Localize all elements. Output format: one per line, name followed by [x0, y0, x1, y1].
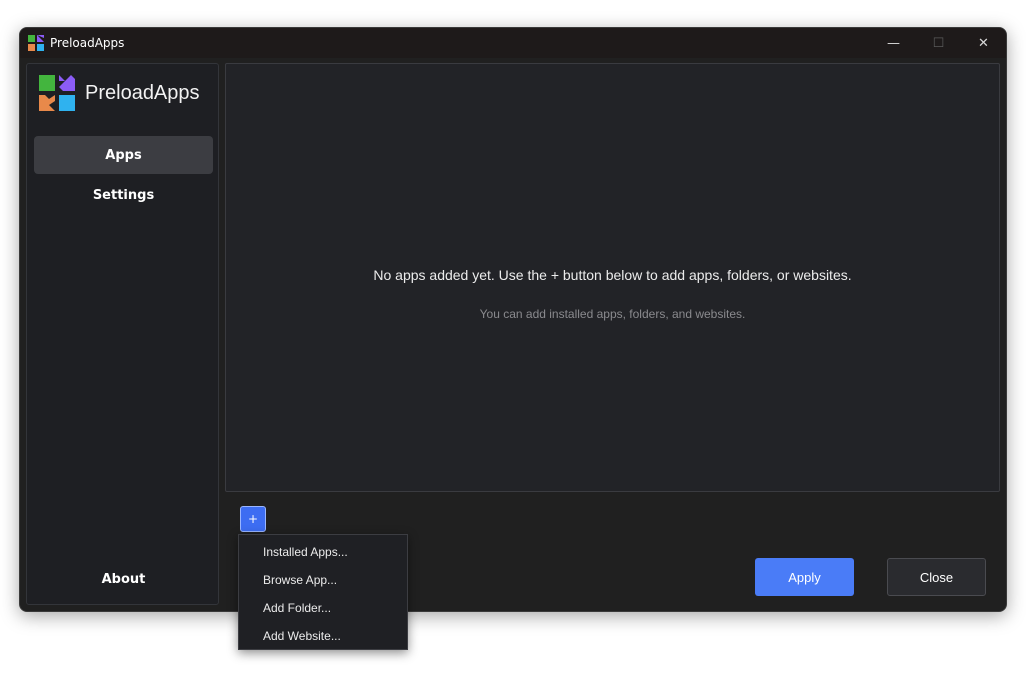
close-window-button[interactable]: ✕	[961, 28, 1006, 58]
menu-item-installed-apps[interactable]: Installed Apps...	[239, 538, 407, 566]
add-button[interactable]: +	[240, 506, 266, 532]
window-controls: — ☐ ✕	[871, 28, 1006, 58]
minimize-button[interactable]: —	[871, 28, 916, 58]
window-title: PreloadApps	[50, 36, 125, 50]
app-window: PreloadApps — ☐ ✕ PreloadApps Apps Setti…	[19, 27, 1007, 612]
sidebar-item-settings[interactable]: Settings	[34, 176, 213, 214]
brand-name: PreloadApps	[85, 81, 200, 104]
empty-state-message: No apps added yet. Use the + button belo…	[373, 267, 852, 283]
maximize-button[interactable]: ☐	[916, 28, 961, 58]
app-icon	[28, 35, 44, 51]
apply-button[interactable]: Apply	[755, 558, 854, 596]
brand: PreloadApps	[39, 75, 200, 111]
apps-list-panel: No apps added yet. Use the + button belo…	[225, 63, 1000, 492]
logo-icon	[39, 75, 75, 111]
close-button[interactable]: Close	[887, 558, 986, 596]
sidebar-item-apps[interactable]: Apps	[34, 136, 213, 174]
menu-item-add-folder[interactable]: Add Folder...	[239, 594, 407, 622]
add-menu: Installed Apps... Browse App... Add Fold…	[238, 534, 408, 650]
menu-item-browse-app[interactable]: Browse App...	[239, 566, 407, 594]
sidebar-item-about[interactable]: About	[34, 560, 213, 598]
sidebar: PreloadApps Apps Settings About	[26, 63, 219, 605]
title-bar[interactable]: PreloadApps — ☐ ✕	[20, 28, 1006, 58]
empty-state-hint: You can add installed apps, folders, and…	[479, 307, 746, 321]
menu-item-add-website[interactable]: Add Website...	[239, 622, 407, 650]
